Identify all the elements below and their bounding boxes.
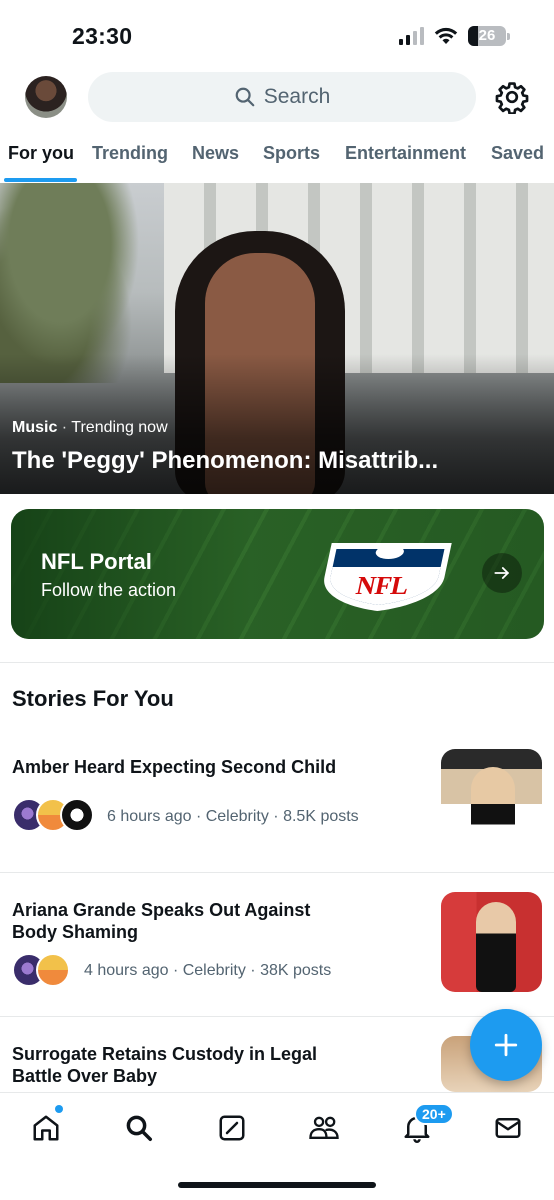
story-title: Ariana Grande Speaks Out Against Body Sh… [12, 900, 311, 942]
story-title: Amber Heard Expecting Second Child [12, 757, 337, 777]
tab-active-indicator [4, 178, 77, 182]
compose-post-button[interactable] [470, 1009, 542, 1081]
section-divider [0, 662, 554, 663]
story-avatars [12, 953, 70, 989]
hero-image-background [0, 183, 150, 383]
status-icons: 26 [399, 26, 510, 46]
search-placeholder: Search [263, 85, 331, 108]
story-divider [0, 1016, 554, 1017]
nfl-logo-icon: NFL [324, 543, 452, 611]
tab-for-you[interactable]: For you [8, 143, 74, 164]
notifications-badge: 20+ [414, 1103, 454, 1125]
search-icon [235, 87, 255, 107]
home-icon [33, 1115, 59, 1141]
hero-category: Music [12, 419, 58, 436]
profile-avatar[interactable] [25, 76, 67, 118]
plus-icon [494, 1033, 518, 1057]
search-icon [126, 1115, 152, 1141]
nav-explore[interactable] [122, 1111, 156, 1145]
stories-section-title: Stories For You [12, 686, 174, 711]
nav-communities[interactable] [307, 1111, 341, 1145]
nfl-portal-title: NFL Portal [41, 549, 152, 574]
story-meta: 4 hours ago · Celebrity · 38K posts [84, 962, 332, 979]
battery-icon: 26 [468, 26, 510, 46]
home-unread-dot [55, 1105, 63, 1113]
battery-level: 26 [478, 27, 496, 44]
story-avatars [12, 798, 94, 834]
tab-trending[interactable]: Trending [92, 143, 168, 164]
tab-saved[interactable]: Saved [491, 143, 544, 164]
nfl-portal-arrow-icon[interactable] [482, 553, 522, 593]
search-input[interactable]: Search [88, 72, 476, 122]
tab-entertainment[interactable]: Entertainment [345, 143, 466, 164]
hero-title: The 'Peggy' Phenomenon: Misattrib... [12, 447, 439, 474]
hero-trend-card[interactable]: Music · Trending now The 'Peggy' Phenome… [0, 183, 554, 494]
story-item[interactable]: Ariana Grande Speaks Out Against Body Sh… [0, 892, 554, 1014]
status-time: 23:30 [72, 23, 133, 49]
communities-icon [309, 1116, 339, 1140]
story-title: Surrogate Retains Custody in Legal Battl… [12, 1044, 318, 1086]
story-divider [0, 872, 554, 873]
explore-tabs: For you Trending News Sports Entertainme… [0, 140, 554, 184]
status-bar: 23:30 26 [0, 0, 554, 70]
hero-context: Trending now [71, 419, 168, 436]
mail-icon [495, 1118, 521, 1138]
source-avatar [36, 953, 70, 987]
story-meta: 6 hours ago · Celebrity · 8.5K posts [107, 808, 359, 825]
hero-meta: Music · Trending now [12, 419, 168, 436]
tab-news[interactable]: News [192, 143, 239, 164]
story-thumbnail [441, 749, 542, 849]
wifi-icon [434, 27, 458, 44]
story-thumbnail [441, 892, 542, 992]
cellular-signal-icon [399, 27, 424, 45]
story-item[interactable]: Amber Heard Expecting Second Child 6 hou… [0, 749, 554, 871]
grok-icon [219, 1115, 245, 1141]
settings-gear-icon[interactable] [495, 80, 529, 114]
nav-messages[interactable] [491, 1111, 525, 1145]
tab-sports[interactable]: Sports [263, 143, 320, 164]
nfl-logo-text: NFL [354, 571, 412, 600]
source-avatar [60, 798, 94, 832]
nfl-portal-subtitle: Follow the action [41, 580, 177, 600]
nav-home[interactable] [29, 1111, 63, 1145]
nfl-portal-card[interactable]: NFL Portal Follow the action NFL [11, 509, 544, 639]
nav-grok[interactable] [215, 1111, 249, 1145]
home-indicator [178, 1182, 376, 1188]
